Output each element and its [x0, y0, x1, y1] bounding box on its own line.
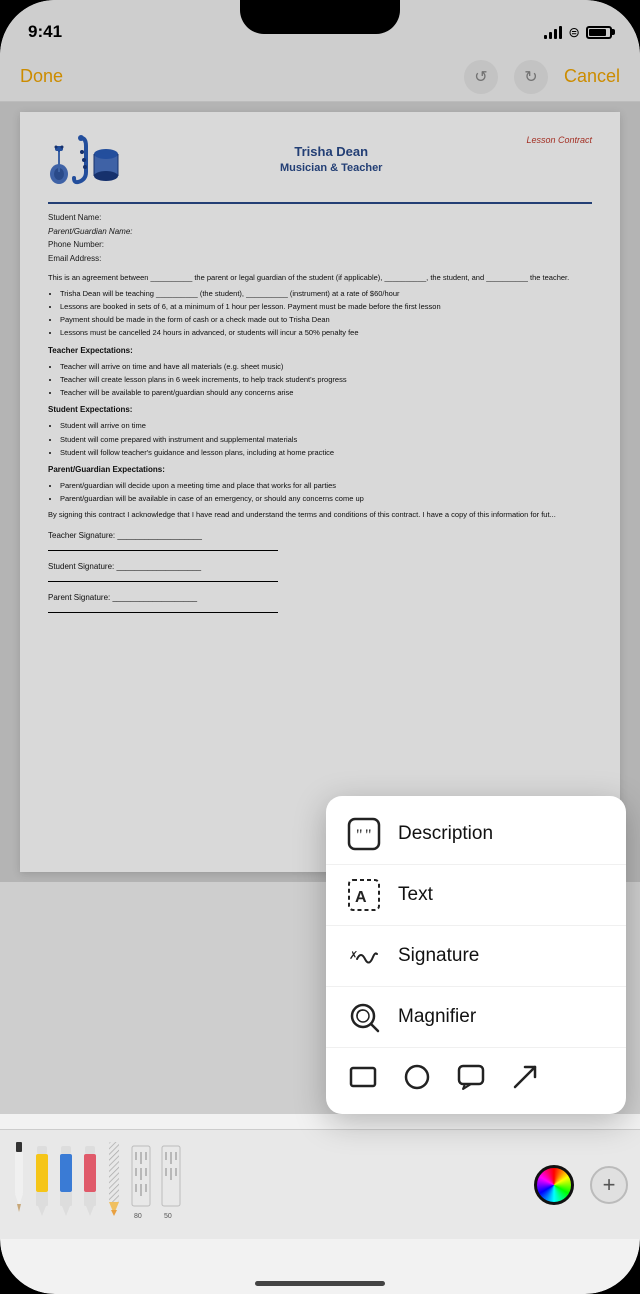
document-paper: Trisha Dean Musician & Teacher Lesson Co…: [20, 112, 620, 872]
highlighter-pink-tool[interactable]: [82, 1144, 98, 1220]
bullet-4: Lessons must be cancelled 24 hours in ad…: [60, 327, 592, 338]
parent-exp-title: Parent/Guardian Expectations:: [48, 464, 592, 476]
pencil-tool[interactable]: [106, 1140, 122, 1220]
notch: [240, 0, 400, 34]
doc-divider: [48, 202, 592, 204]
student-bullets: Student will arrive on time Student will…: [60, 420, 592, 458]
highlighter-yellow-icon: [34, 1144, 50, 1220]
undo-icon: ↺: [474, 67, 487, 87]
pen-icon: [12, 1140, 26, 1220]
add-tool-button[interactable]: +: [590, 1166, 628, 1204]
highlighter-yellow-tool[interactable]: [34, 1144, 50, 1220]
bullet-3: Payment should be made in the form of ca…: [60, 314, 592, 325]
battery-icon: [586, 26, 612, 39]
doc-closing: By signing this contract I acknowledge t…: [48, 509, 592, 520]
magnifier-icon: [346, 999, 382, 1035]
signal-bars-icon: [544, 26, 562, 39]
student-bullet-1: Student will arrive on time: [60, 420, 592, 431]
speech-bubble-shape-button[interactable]: [454, 1060, 488, 1094]
doc-title-section: Trisha Dean Musician & Teacher: [136, 143, 526, 178]
teacher-sig-line: Teacher Signature: ___________________: [48, 530, 278, 551]
parent-bullet-1: Parent/guardian will decide upon a meeti…: [60, 480, 592, 491]
plus-icon: +: [603, 1174, 616, 1196]
ruler-tool[interactable]: 80: [130, 1144, 152, 1220]
doc-artist-name: Trisha Dean: [136, 143, 526, 162]
magnifier-label: Magnifier: [398, 1006, 476, 1028]
svg-text:": ": [356, 827, 363, 844]
redo-icon: ↻: [524, 67, 537, 87]
popup-magnifier-item[interactable]: Magnifier: [326, 987, 626, 1048]
status-time: 9:41: [28, 22, 62, 42]
bullet-2: Lessons are booked in sets of 6, at a mi…: [60, 301, 592, 312]
teacher-bullet-3: Teacher will be available to parent/guar…: [60, 387, 592, 398]
status-icons: ⊜: [544, 24, 612, 41]
text-tool-icon: A: [346, 877, 382, 913]
saxophone-icon: [72, 134, 90, 186]
highlighter-pink-icon: [82, 1144, 98, 1220]
circle-shape-button[interactable]: [400, 1060, 434, 1094]
student-sig-line: Student Signature: ___________________: [48, 561, 278, 582]
pencil-icon: [106, 1140, 122, 1220]
teacher-bullet-2: Teacher will create lesson plans in 6 we…: [60, 374, 592, 385]
ruler2-tool[interactable]: 50: [160, 1144, 182, 1220]
popup-signature-item[interactable]: ✗ Signature: [326, 926, 626, 987]
description-label: Description: [398, 823, 493, 845]
bullet-1: Trisha Dean will be teaching __________ …: [60, 288, 592, 299]
ruler2-icon: 50: [160, 1144, 182, 1220]
popup-text-item[interactable]: A Text: [326, 865, 626, 926]
student-exp-title: Student Expectations:: [48, 404, 592, 416]
drawing-toolbar: 80 50 +: [0, 1129, 640, 1239]
shapes-row: [326, 1048, 626, 1106]
svg-text:50: 50: [164, 1213, 172, 1220]
highlighter-blue-tool[interactable]: [58, 1144, 74, 1220]
ruler-icon: 80: [130, 1144, 152, 1220]
guitar-icon: [48, 138, 70, 186]
main-bullets: Trisha Dean will be teaching __________ …: [60, 288, 592, 339]
teacher-bullet-1: Teacher will arrive on time and have all…: [60, 361, 592, 372]
document-header: Trisha Dean Musician & Teacher Lesson Co…: [48, 134, 592, 186]
student-name-field: Student Name:: [48, 212, 592, 224]
pen-tool[interactable]: [12, 1140, 26, 1220]
signature-section: Teacher Signature: ___________________ S…: [48, 530, 592, 613]
student-bullet-2: Student will come prepared with instrume…: [60, 434, 592, 445]
parent-bullets: Parent/guardian will decide upon a meeti…: [60, 480, 592, 505]
drum-icon: [92, 138, 120, 186]
highlighter-blue-icon: [58, 1144, 74, 1220]
svg-text:80: 80: [134, 1213, 142, 1220]
cancel-button[interactable]: Cancel: [564, 66, 620, 87]
svg-text:A: A: [355, 889, 367, 906]
annotation-popup-menu: " " Description A Text: [326, 796, 626, 1114]
text-label: Text: [398, 884, 433, 906]
guardian-name-field: Parent/Guardian Name:: [48, 226, 592, 238]
description-icon: " ": [346, 816, 382, 852]
email-field: Email Address:: [48, 253, 592, 265]
wifi-icon: ⊜: [568, 24, 580, 41]
signature-icon: ✗: [346, 938, 382, 974]
parent-bullet-2: Parent/guardian will be available in cas…: [60, 493, 592, 504]
color-picker-button[interactable]: [534, 1165, 574, 1205]
doc-body: This is an agreement between __________ …: [48, 272, 592, 613]
done-button[interactable]: Done: [20, 66, 63, 87]
arrow-shape-button[interactable]: [508, 1060, 542, 1094]
doc-artist-sub: Musician & Teacher: [136, 161, 526, 177]
parent-sig-line: Parent Signature: ___________________: [48, 592, 278, 613]
undo-button[interactable]: ↺: [464, 60, 498, 94]
popup-description-item[interactable]: " " Description: [326, 804, 626, 865]
signature-label: Signature: [398, 945, 479, 967]
rectangle-shape-button[interactable]: [346, 1060, 380, 1094]
home-indicator: [255, 1281, 385, 1286]
redo-button[interactable]: ↻: [514, 60, 548, 94]
doc-contract-label: Lesson Contract: [526, 134, 592, 147]
teacher-bullets: Teacher will arrive on time and have all…: [60, 361, 592, 399]
svg-text:": ": [365, 827, 372, 844]
student-bullet-3: Student will follow teacher's guidance a…: [60, 447, 592, 458]
svg-text:✗: ✗: [349, 950, 358, 962]
doc-intro-paragraph: This is an agreement between __________ …: [48, 272, 592, 283]
editor-toolbar: Done ↺ ↻ Cancel: [0, 52, 640, 102]
phone-field: Phone Number:: [48, 239, 592, 251]
document-area: Trisha Dean Musician & Teacher Lesson Co…: [0, 102, 640, 882]
teacher-exp-title: Teacher Expectations:: [48, 345, 592, 357]
instrument-icons: [48, 134, 120, 186]
